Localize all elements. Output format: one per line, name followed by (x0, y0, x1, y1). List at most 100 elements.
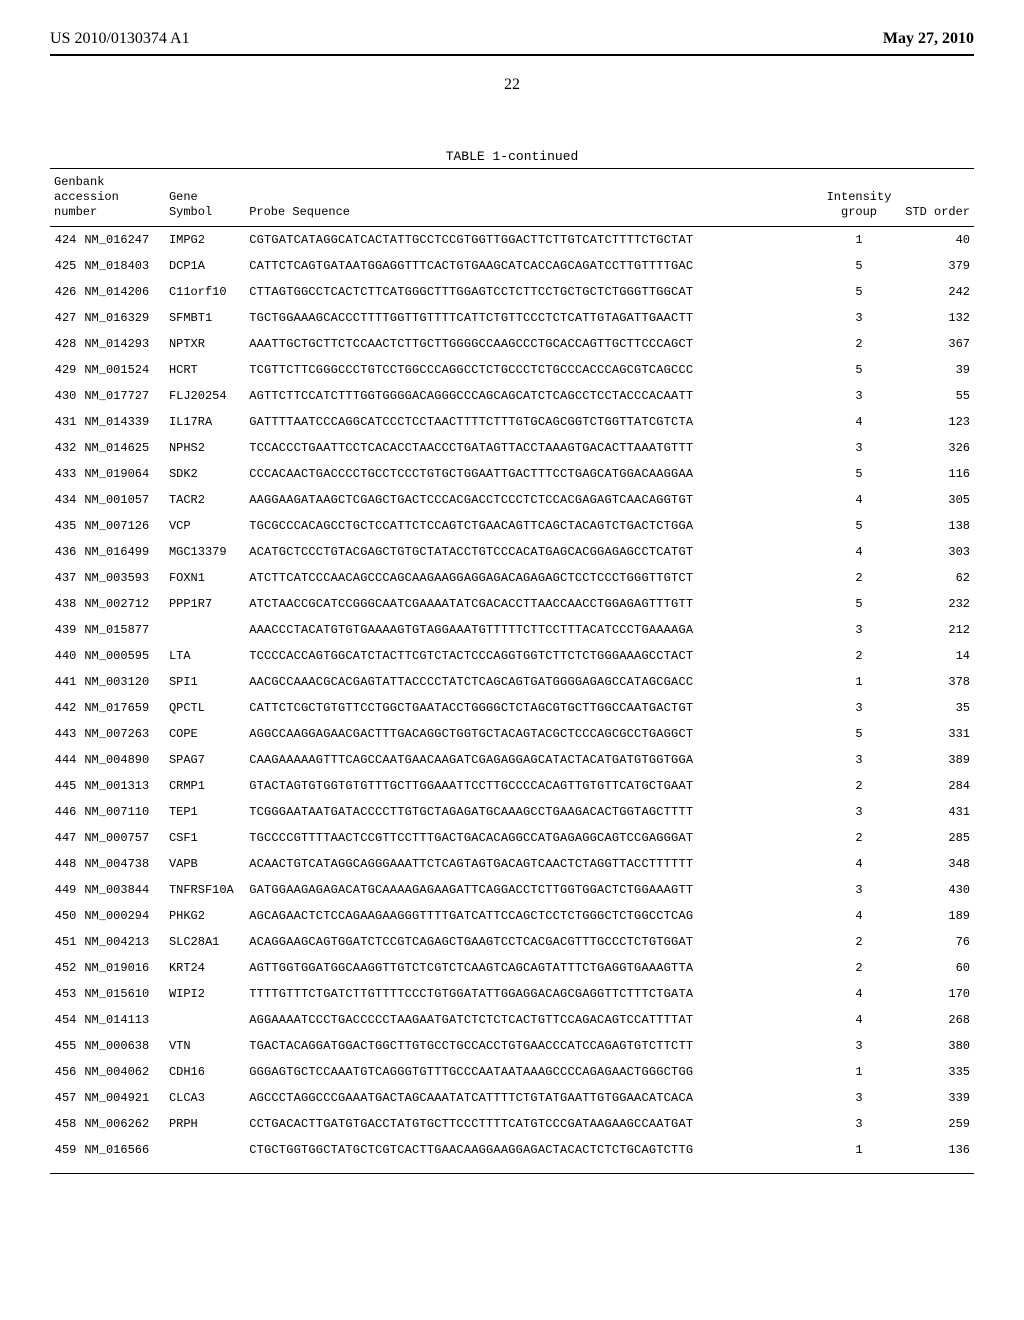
table-row: 449NM_003844TNFRSF10AGATGGAAGAGAGACATGCA… (50, 877, 974, 903)
cell-accession: NM_002712 (80, 591, 165, 617)
cell-intensity-group: 5 (820, 461, 898, 487)
cell-probe-sequence: CATTCTCAGTGATAATGGAGGTTTCACTGTGAAGCATCAC… (245, 253, 820, 279)
cell-probe-sequence: AGCAGAACTCTCCAGAAGAAGGGTTTTGATCATTCCAGCT… (245, 903, 820, 929)
cell-accession: NM_004921 (80, 1085, 165, 1111)
cell-index: 436 (50, 539, 80, 565)
table-row: 446NM_007110TEP1TCGGGAATAATGATACCCCTTGTG… (50, 799, 974, 825)
table-row: 439NM_015877AAACCCTACATGTGTGAAAAGTGTAGGA… (50, 617, 974, 643)
cell-accession: NM_004890 (80, 747, 165, 773)
cell-std-order: 303 (898, 539, 974, 565)
cell-index: 433 (50, 461, 80, 487)
cell-intensity-group: 5 (820, 279, 898, 305)
cell-probe-sequence: GATTTTAATCCCAGGCATCCCTCCTAACTTTTCTTTGTGC… (245, 409, 820, 435)
cell-std-order: 76 (898, 929, 974, 955)
cell-std-order: 242 (898, 279, 974, 305)
cell-std-order: 431 (898, 799, 974, 825)
cell-index: 453 (50, 981, 80, 1007)
cell-gene-symbol: SPI1 (165, 669, 245, 695)
table-row: 450NM_000294PHKG2AGCAGAACTCTCCAGAAGAAGGG… (50, 903, 974, 929)
cell-gene-symbol: NPHS2 (165, 435, 245, 461)
cell-gene-symbol: CRMP1 (165, 773, 245, 799)
cell-index: 452 (50, 955, 80, 981)
cell-intensity-group: 5 (820, 513, 898, 539)
table-row: 434NM_001057TACR2AAGGAAGATAAGCTCGAGCTGAC… (50, 487, 974, 513)
cell-index: 425 (50, 253, 80, 279)
cell-probe-sequence: CTGCTGGTGGCTATGCTCGTCACTTGAACAAGGAAGGAGA… (245, 1137, 820, 1163)
cell-std-order: 138 (898, 513, 974, 539)
cell-gene-symbol: NPTXR (165, 331, 245, 357)
cell-index: 454 (50, 1007, 80, 1033)
cell-index: 457 (50, 1085, 80, 1111)
cell-probe-sequence: AGTTCTTCCATCTTTGGTGGGGACAGGGCCCAGCAGCATC… (245, 383, 820, 409)
cell-gene-symbol: VCP (165, 513, 245, 539)
cell-intensity-group: 3 (820, 305, 898, 331)
table-row: 448NM_004738VAPBACAACTGTCATAGGCAGGGAAATT… (50, 851, 974, 877)
data-table: Genbank accession number Gene Symbol Pro… (50, 173, 974, 1163)
page-header: US 2010/0130374 A1 May 27, 2010 (50, 30, 974, 48)
cell-index: 437 (50, 565, 80, 591)
cell-accession: NM_007126 (80, 513, 165, 539)
col-gene-header: Gene Symbol (165, 173, 245, 227)
cell-index: 451 (50, 929, 80, 955)
cell-probe-sequence: CAAGAAAAAGTTTCAGCCAATGAACAAGATCGAGAGGAGC… (245, 747, 820, 773)
cell-std-order: 189 (898, 903, 974, 929)
table-row: 432NM_014625NPHS2TCCACCCTGAATTCCTCACACCT… (50, 435, 974, 461)
cell-probe-sequence: AAGGAAGATAAGCTCGAGCTGACTCCCACGACCTCCCTCT… (245, 487, 820, 513)
cell-probe-sequence: TGCTGGAAAGCACCCTTTTGGTTGTTTTCATTCTGTTCCC… (245, 305, 820, 331)
table-row: 430NM_017727FLJ20254AGTTCTTCCATCTTTGGTGG… (50, 383, 974, 409)
cell-probe-sequence: ATCTAACCGCATCCGGGCAATCGAAAATATCGACACCTTA… (245, 591, 820, 617)
cell-probe-sequence: GTACTAGTGTGGTGTGTTTGCTTGGAAATTCCTTGCCCCA… (245, 773, 820, 799)
cell-index: 450 (50, 903, 80, 929)
cell-std-order: 39 (898, 357, 974, 383)
cell-index: 427 (50, 305, 80, 331)
cell-probe-sequence: TGCGCCCACAGCCTGCTCCATTCTCCAGTCTGAACAGTTC… (245, 513, 820, 539)
cell-accession: NM_007110 (80, 799, 165, 825)
table-row: 455NM_000638VTNTGACTACAGGATGGACTGGCTTGTG… (50, 1033, 974, 1059)
cell-index: 444 (50, 747, 80, 773)
cell-probe-sequence: CCCACAACTGACCCCTGCCTCCCTGTGCTGGAATTGACTT… (245, 461, 820, 487)
cell-intensity-group: 3 (820, 1085, 898, 1111)
table-row: 438NM_002712PPP1R7ATCTAACCGCATCCGGGCAATC… (50, 591, 974, 617)
cell-gene-symbol: CDH16 (165, 1059, 245, 1085)
cell-gene-symbol: VTN (165, 1033, 245, 1059)
table-row: 444NM_004890SPAG7CAAGAAAAAGTTTCAGCCAATGA… (50, 747, 974, 773)
cell-gene-symbol: LTA (165, 643, 245, 669)
cell-index: 434 (50, 487, 80, 513)
table-row: 427NM_016329SFMBT1TGCTGGAAAGCACCCTTTTGGT… (50, 305, 974, 331)
cell-index: 455 (50, 1033, 80, 1059)
cell-intensity-group: 2 (820, 643, 898, 669)
cell-intensity-group: 4 (820, 1007, 898, 1033)
table-row: 451NM_004213SLC28A1ACAGGAAGCAGTGGATCTCCG… (50, 929, 974, 955)
table-row: 436NM_016499MGC13379ACATGCTCCCTGTACGAGCT… (50, 539, 974, 565)
cell-accession: NM_006262 (80, 1111, 165, 1137)
table-row: 459NM_016566CTGCTGGTGGCTATGCTCGTCACTTGAA… (50, 1137, 974, 1163)
cell-std-order: 268 (898, 1007, 974, 1033)
cell-gene-symbol: FOXN1 (165, 565, 245, 591)
cell-std-order: 378 (898, 669, 974, 695)
cell-intensity-group: 1 (820, 1137, 898, 1163)
table-row: 433NM_019064SDK2CCCACAACTGACCCCTGCCTCCCT… (50, 461, 974, 487)
cell-intensity-group: 2 (820, 955, 898, 981)
cell-index: 458 (50, 1111, 80, 1137)
cell-probe-sequence: TTTTGTTTCTGATCTTGTTTTCCCTGTGGATATTGGAGGA… (245, 981, 820, 1007)
cell-intensity-group: 3 (820, 383, 898, 409)
cell-std-order: 55 (898, 383, 974, 409)
cell-index: 449 (50, 877, 80, 903)
table-body: 424NM_016247IMPG2CGTGATCATAGGCATCACTATTG… (50, 227, 974, 1164)
cell-std-order: 116 (898, 461, 974, 487)
cell-index: 456 (50, 1059, 80, 1085)
cell-gene-symbol: TACR2 (165, 487, 245, 513)
cell-intensity-group: 3 (820, 747, 898, 773)
cell-accession: NM_016247 (80, 227, 165, 254)
cell-intensity-group: 1 (820, 669, 898, 695)
cell-accession: NM_003120 (80, 669, 165, 695)
table-wrap: Genbank accession number Gene Symbol Pro… (50, 168, 974, 1174)
cell-accession: NM_016329 (80, 305, 165, 331)
cell-gene-symbol: HCRT (165, 357, 245, 383)
table-row: 428NM_014293NPTXRAAATTGCTGCTTCTCCAACTCTT… (50, 331, 974, 357)
cell-probe-sequence: CATTCTCGCTGTGTTCCTGGCTGAATACCTGGGGCTCTAG… (245, 695, 820, 721)
table-row: 425NM_018403DCP1ACATTCTCAGTGATAATGGAGGTT… (50, 253, 974, 279)
cell-std-order: 348 (898, 851, 974, 877)
cell-accession: NM_014206 (80, 279, 165, 305)
cell-std-order: 35 (898, 695, 974, 721)
